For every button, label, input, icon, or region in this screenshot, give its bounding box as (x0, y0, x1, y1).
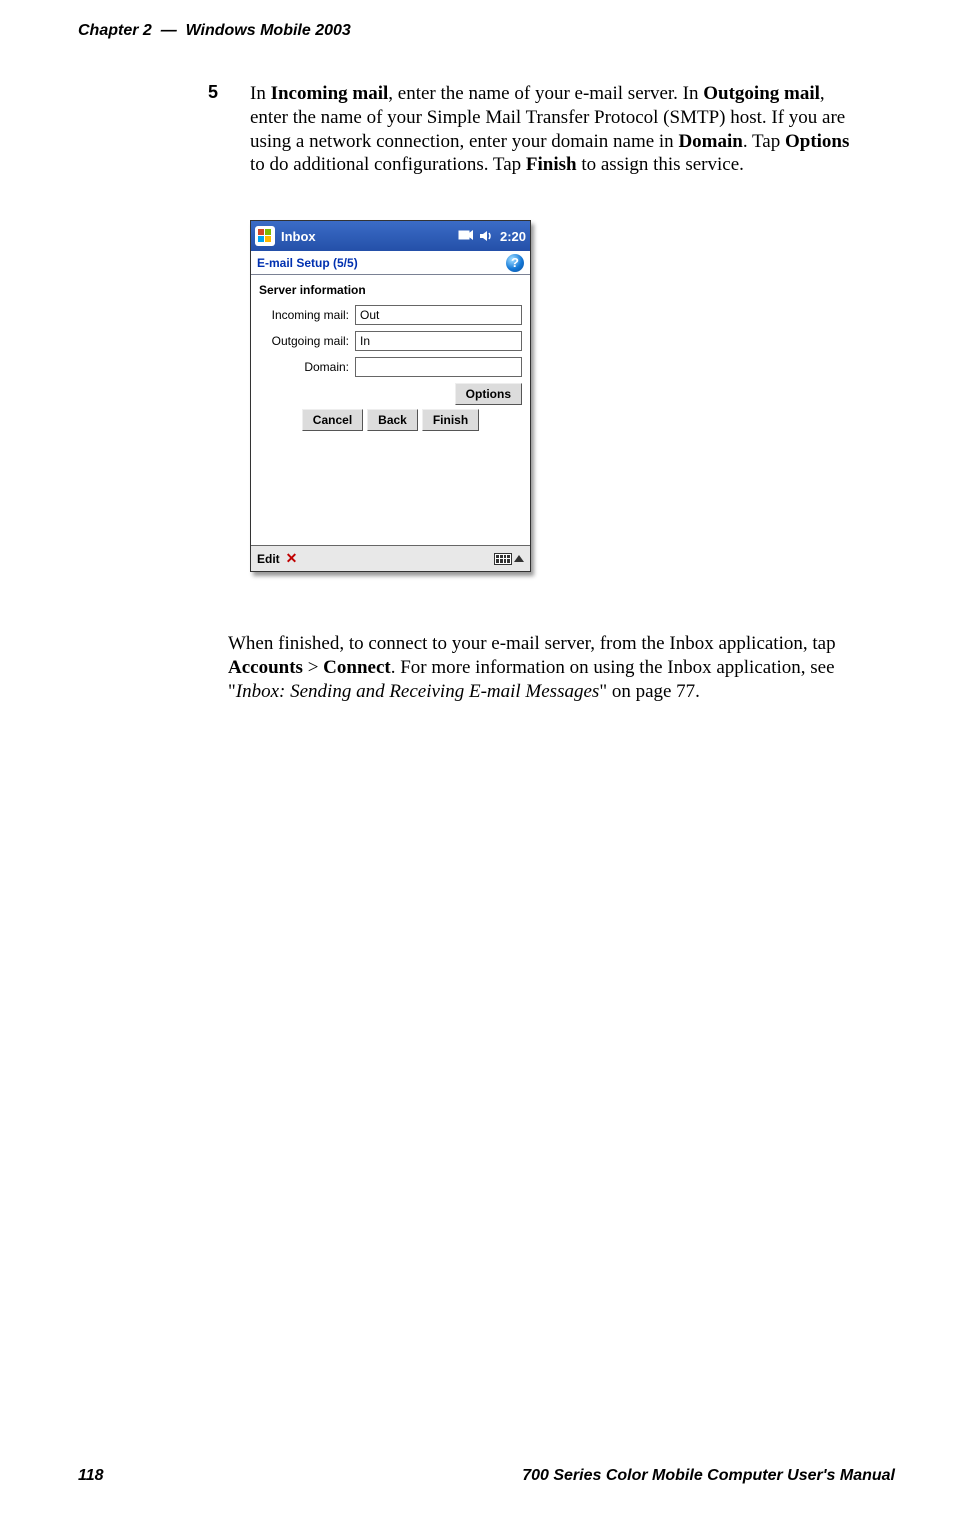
cancel-button[interactable]: Cancel (302, 409, 363, 431)
finish-button[interactable]: Finish (422, 409, 479, 431)
incoming-input[interactable] (355, 305, 522, 325)
connectivity-icon[interactable] (458, 228, 474, 244)
options-button[interactable]: Options (455, 383, 522, 405)
step-paragraph: In Incoming mail, enter the name of your… (250, 82, 864, 177)
outgoing-row: Outgoing mail: (259, 331, 522, 351)
incoming-row: Incoming mail: (259, 305, 522, 325)
help-icon[interactable]: ? (506, 254, 524, 272)
incoming-label: Incoming mail: (259, 308, 349, 322)
blank-area (259, 431, 522, 541)
back-button[interactable]: Back (367, 409, 418, 431)
nav-button-row: Cancel Back Finish (259, 409, 522, 431)
outgoing-input[interactable] (355, 331, 522, 351)
domain-row: Domain: (259, 357, 522, 377)
delete-icon[interactable]: ✕ (286, 550, 298, 567)
running-header: Chapter 2 — Windows Mobile 2003 (78, 22, 895, 40)
keyboard-icon[interactable] (494, 553, 512, 565)
domain-input[interactable] (355, 357, 522, 377)
sub-titlebar: E-mail Setup (5/5) ? (251, 251, 530, 275)
embedded-screenshot: Inbox 2:20 E-mail Setup (5/5) ? Server i… (250, 220, 531, 572)
volume-icon[interactable] (478, 228, 494, 244)
options-row: Options (259, 383, 522, 405)
sip-up-icon[interactable] (514, 555, 524, 562)
step-block: 5 In Incoming mail, enter the name of yo… (228, 82, 864, 177)
start-icon[interactable] (255, 226, 275, 246)
outgoing-label: Outgoing mail: (259, 334, 349, 348)
edit-menu[interactable]: Edit (257, 552, 280, 566)
running-footer: 118 700 Series Color Mobile Computer Use… (78, 1467, 895, 1485)
form-area: Server information Incoming mail: Outgoi… (251, 275, 530, 545)
windows-logo-icon (258, 229, 272, 243)
chapter-title: Windows Mobile 2003 (186, 22, 351, 39)
section-title: Server information (259, 283, 522, 297)
wizard-title: E-mail Setup (5/5) (257, 256, 358, 270)
clock[interactable]: 2:20 (500, 229, 526, 244)
closing-block: When finished, to connect to your e-mail… (228, 632, 864, 703)
closing-paragraph: When finished, to connect to your e-mail… (228, 632, 864, 703)
manual-title: 700 Series Color Mobile Computer User's … (522, 1467, 895, 1485)
page-number: 118 (78, 1467, 104, 1485)
bottom-bar: Edit ✕ (251, 545, 530, 571)
app-title: Inbox (281, 229, 316, 244)
domain-label: Domain: (259, 360, 349, 374)
chapter-label: Chapter 2 (78, 22, 152, 39)
em-dash: — (161, 22, 177, 39)
titlebar: Inbox 2:20 (251, 221, 530, 251)
step-number: 5 (208, 82, 218, 103)
